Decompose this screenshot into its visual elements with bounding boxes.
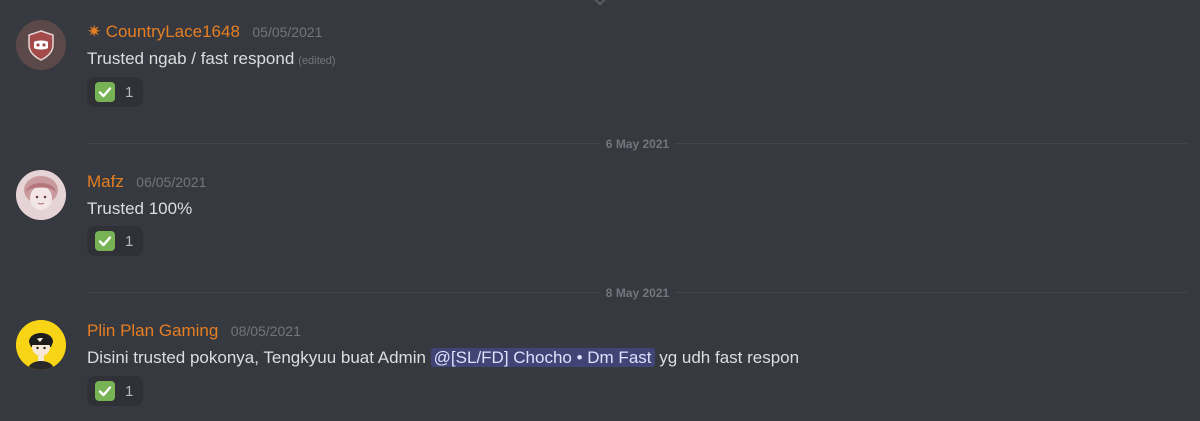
message-header: Plin Plan Gaming 08/05/2021 xyxy=(87,321,301,341)
user-mention[interactable]: @[SL/FD] Chocho • Dm Fast xyxy=(430,348,655,367)
check-mark-icon xyxy=(95,82,115,102)
discord-shield-icon xyxy=(16,20,66,70)
reaction-button[interactable]: 1 xyxy=(87,77,143,107)
message-header: Mafz 06/05/2021 xyxy=(87,172,206,192)
date-divider: 8 May 2021 xyxy=(87,286,1188,300)
message-content: Disini trusted pokonya, Tengkyuu buat Ad… xyxy=(87,348,799,368)
timestamp: 08/05/2021 xyxy=(230,323,301,339)
timestamp: 05/05/2021 xyxy=(252,24,323,40)
message-text-after: yg udh fast respon xyxy=(654,348,800,367)
username[interactable]: CountryLace1648 xyxy=(106,22,240,41)
check-mark-icon xyxy=(95,381,115,401)
avatar[interactable] xyxy=(16,170,66,220)
anime-avatar-icon xyxy=(16,320,66,370)
avatar[interactable] xyxy=(16,20,66,70)
message-text: Trusted 100% xyxy=(87,199,193,218)
check-mark-icon xyxy=(95,231,115,251)
chevron-down-icon xyxy=(594,0,606,6)
date-divider-label: 8 May 2021 xyxy=(599,286,676,300)
message-header: ✷ CountryLace1648 05/05/2021 xyxy=(87,22,322,42)
reaction-button[interactable]: 1 xyxy=(87,376,143,406)
reaction-count: 1 xyxy=(125,83,134,101)
message-content: Trusted ngab / fast respond (edited) xyxy=(87,49,336,69)
reaction-button[interactable]: 1 xyxy=(87,226,143,256)
timestamp: 06/05/2021 xyxy=(136,174,207,190)
badge-icon: ✷ xyxy=(87,22,102,41)
avatar[interactable] xyxy=(16,320,66,370)
anime-avatar-icon xyxy=(16,170,66,220)
username[interactable]: Plin Plan Gaming xyxy=(87,321,218,340)
reaction-count: 1 xyxy=(125,382,134,400)
edited-label: (edited) xyxy=(298,55,336,67)
username[interactable]: Mafz xyxy=(87,172,124,191)
chat-message-list: ✷ CountryLace1648 05/05/2021 Trusted nga… xyxy=(0,0,1200,421)
date-divider: 6 May 2021 xyxy=(87,137,1188,151)
message-text: Trusted ngab / fast respond xyxy=(87,49,295,68)
reaction-count: 1 xyxy=(125,232,134,250)
message-text-before: Disini trusted pokonya, Tengkyuu buat Ad… xyxy=(87,348,431,367)
date-divider-label: 6 May 2021 xyxy=(599,137,676,151)
message-content: Trusted 100% xyxy=(87,199,192,219)
